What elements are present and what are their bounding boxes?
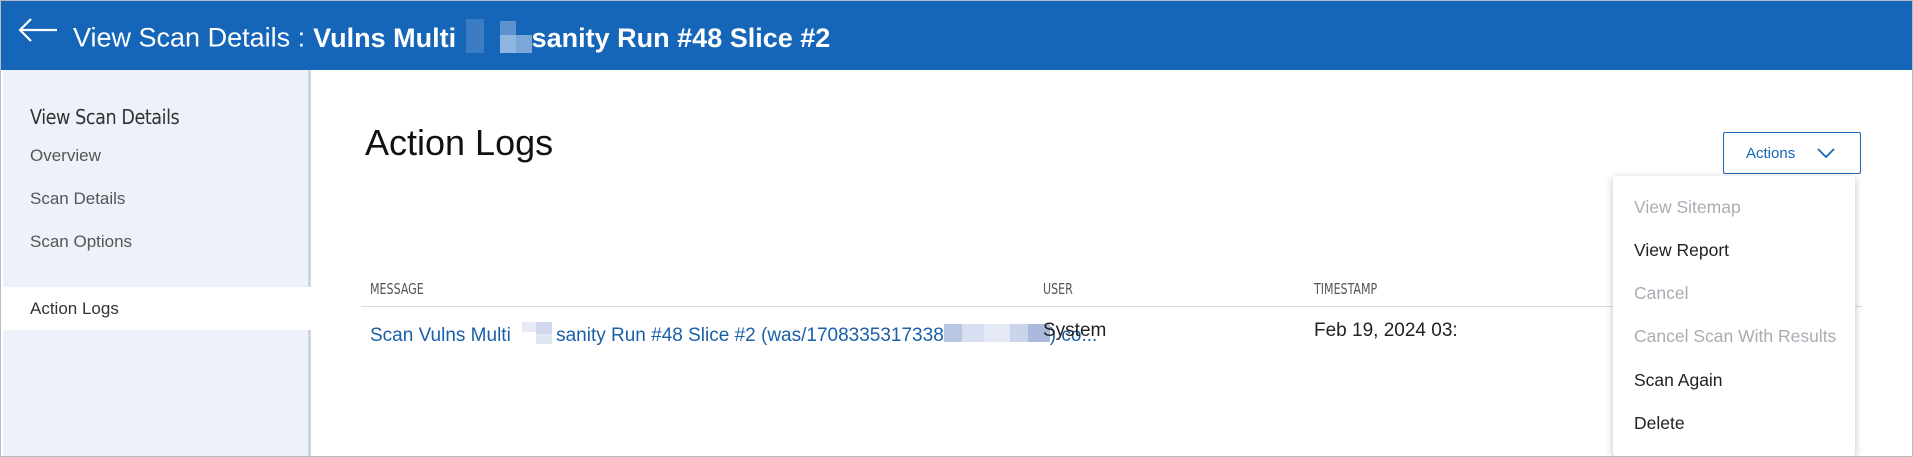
app-window: View Scan Details : Vulns Multi sanity Ru…: [0, 0, 1913, 457]
menu-item-cancel: Cancel: [1634, 283, 1689, 303]
menu-item-cancel-scan-with-results: Cancel Scan With Results: [1634, 326, 1837, 346]
actions-dropdown-menu: View Sitemap View Report Cancel Cancel S…: [1613, 176, 1855, 456]
column-header-timestamp[interactable]: TIMESTAMP: [1314, 280, 1377, 298]
sidebar-item-label: Scan Details: [30, 189, 126, 208]
log-message-link[interactable]: Scan Vulns Multi sanity Run #48 Slice #2…: [370, 320, 1097, 352]
sidebar: View Scan Details Overview Scan Details …: [3, 70, 311, 456]
menu-item-view-sitemap: View Sitemap: [1634, 197, 1741, 217]
column-header-user[interactable]: USER: [1043, 280, 1073, 298]
message-part2: sanity Run #48 Slice #2 (was/17083353173…: [556, 325, 944, 347]
page-title-label: View Scan Details :: [73, 22, 306, 53]
redacted-text: [464, 19, 532, 60]
back-button[interactable]: [17, 17, 59, 49]
sidebar-heading: View Scan Details: [30, 105, 180, 129]
message-part1: Scan Vulns Multi: [370, 325, 511, 347]
actions-dropdown-button[interactable]: Actions: [1723, 132, 1861, 174]
log-timestamp: Feb 19, 2024 03:: [1314, 320, 1458, 341]
column-header-message[interactable]: MESSAGE: [370, 280, 424, 298]
sidebar-item-action-logs[interactable]: Action Logs: [3, 287, 311, 330]
redacted-text: [516, 320, 556, 352]
sidebar-item-scan-details[interactable]: Scan Details: [3, 177, 311, 220]
menu-item-view-report[interactable]: View Report: [1634, 240, 1729, 261]
chevron-down-icon: [1817, 148, 1835, 159]
sidebar-item-label: Overview: [30, 146, 101, 165]
log-user: System: [1043, 320, 1107, 341]
sidebar-item-overview[interactable]: Overview: [3, 134, 311, 177]
scan-name-part1: Vulns Multi: [313, 22, 457, 53]
menu-item-delete[interactable]: Delete: [1634, 413, 1685, 434]
page-title: View Scan Details : Vulns Multi sanity Ru…: [73, 19, 830, 60]
scan-name: Vulns Multi sanity Run #48 Slice #2: [313, 19, 831, 53]
actions-button-label: Actions: [1746, 145, 1796, 162]
arrow-left-icon: [18, 18, 57, 42]
scan-name-part2: sanity Run #48 Slice #2: [531, 22, 831, 53]
sidebar-item-scan-options[interactable]: Scan Options: [3, 220, 311, 263]
section-heading: Action Logs: [365, 122, 554, 163]
header-bar: View Scan Details : Vulns Multi sanity Ru…: [1, 1, 1912, 70]
menu-item-scan-again[interactable]: Scan Again: [1634, 370, 1723, 391]
sidebar-item-label: Scan Options: [30, 232, 133, 251]
sidebar-item-label: Action Logs: [30, 299, 119, 318]
redacted-text: [943, 322, 1050, 350]
